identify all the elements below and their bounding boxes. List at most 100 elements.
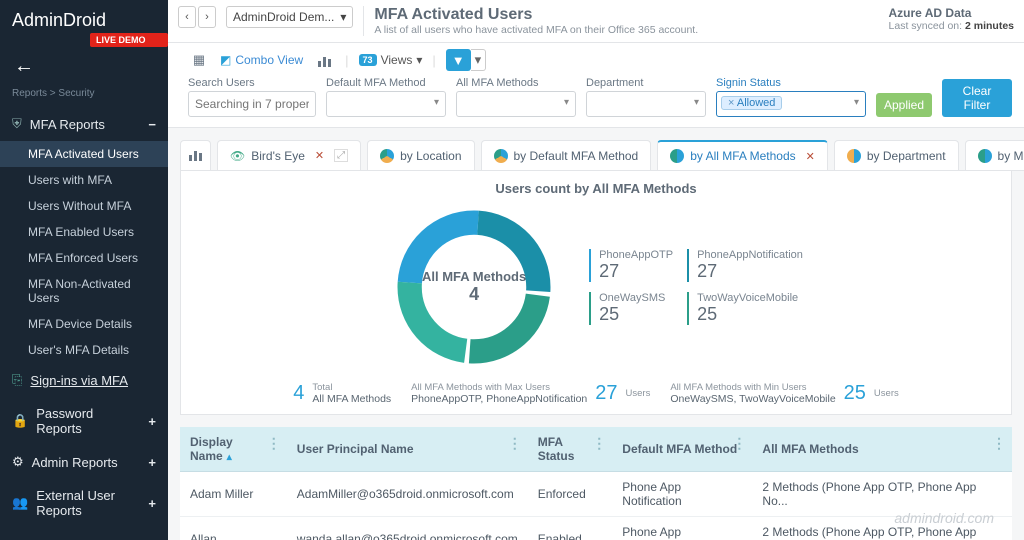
donut-icon: [847, 149, 861, 163]
sidebar-item-signins-mfa[interactable]: ⎘ Sign-ins via MFA: [0, 363, 168, 397]
collapse-icon: −: [148, 117, 156, 132]
table-cell: wanda.allan@o365droid.onmicrosoft.com: [287, 516, 528, 540]
table-cell: Allan: [180, 516, 287, 540]
close-icon[interactable]: ✕: [806, 150, 815, 163]
donut-icon: [494, 149, 508, 163]
applied-button[interactable]: Applied: [876, 93, 932, 117]
donut-center-value: 4: [469, 284, 479, 305]
legend-item: TwoWayVoiceMobile25: [687, 292, 803, 325]
chart-tab[interactable]: by Department: [834, 140, 959, 170]
column-menu-icon[interactable]: ⋮: [267, 435, 281, 452]
search-input[interactable]: [188, 91, 316, 117]
section-icon: 🔒: [12, 413, 28, 429]
sidebar-item[interactable]: Users Without MFA: [0, 193, 168, 219]
brand: AdminDroid: [0, 0, 168, 35]
chart-summary: 4 TotalAll MFA Methods All MFA Methods w…: [201, 382, 991, 406]
filter-label: Default MFA Method: [326, 77, 446, 89]
chart-tab[interactable]: by MFA Status: [965, 140, 1024, 170]
filter-dropdown[interactable]: ▾: [471, 49, 487, 71]
chart-tab[interactable]: by Default MFA Method: [481, 140, 652, 170]
sidebar-section[interactable]: 🔒Password Reports+: [0, 397, 168, 445]
search-label: Search Users: [188, 77, 316, 89]
column-header[interactable]: Default MFA Method⋮: [612, 427, 752, 472]
table-row[interactable]: Adam MillerAdamMiller@o365droid.onmicros…: [180, 471, 1012, 516]
signin-status-tag[interactable]: Allowed: [721, 96, 782, 110]
nav-forward-button[interactable]: ›: [198, 6, 216, 28]
sidebar-section-label: MFA Reports: [30, 117, 105, 132]
views-dropdown[interactable]: 73 Views ▾: [359, 53, 423, 67]
table-cell: Phone App Notification: [612, 516, 752, 540]
column-header[interactable]: Display Name▴⋮: [180, 427, 287, 472]
sidebar-item[interactable]: User's MFA Details: [0, 337, 168, 363]
expand-icon: +: [148, 414, 156, 429]
filter-select[interactable]: [586, 91, 706, 117]
topbar: ‹ › AdminDroid Dem... ▾ MFA Activated Us…: [168, 0, 1024, 43]
column-header[interactable]: All MFA Methods⋮: [752, 427, 1012, 472]
signin-status-select[interactable]: Allowed: [716, 91, 866, 117]
table-row[interactable]: Allanwanda.allan@o365droid.onmicrosoft.c…: [180, 516, 1012, 540]
expand-icon: +: [148, 455, 156, 470]
table-cell: Enforced: [528, 471, 613, 516]
filter-label: Department: [586, 77, 706, 89]
sidebar-item[interactable]: MFA Device Details: [0, 311, 168, 337]
section-icon: 👥: [12, 495, 28, 511]
table-view-icon[interactable]: ▦: [188, 49, 210, 71]
table-cell: 2 Methods (Phone App OTP, Phone App No..…: [752, 471, 1012, 516]
expand-icon[interactable]: ⤢: [334, 149, 348, 162]
donut-chart: All MFA Methods 4: [389, 202, 559, 372]
back-arrow-icon[interactable]: ←: [0, 47, 168, 88]
chart-tab[interactable]: by Location: [367, 140, 474, 170]
section-icon: ⚙: [12, 454, 24, 470]
summary-max-value: 27: [595, 382, 617, 405]
sidebar-item[interactable]: MFA Activated Users: [0, 141, 168, 167]
sidebar-item[interactable]: Users with MFA: [0, 167, 168, 193]
filter-select[interactable]: [456, 91, 576, 117]
nav-back-button[interactable]: ‹: [178, 6, 196, 28]
main: ‹ › AdminDroid Dem... ▾ MFA Activated Us…: [168, 0, 1024, 540]
views-count-badge: 73: [359, 54, 377, 66]
tenant-selector[interactable]: AdminDroid Dem... ▾: [226, 6, 353, 28]
summary-min-value: 25: [844, 382, 866, 405]
tab-bars-icon[interactable]: [180, 140, 211, 170]
chart-legend: PhoneAppOTP27PhoneAppNotification27OneWa…: [589, 249, 803, 325]
column-header[interactable]: User Principal Name⋮: [287, 427, 528, 472]
combo-label: Combo View: [235, 53, 303, 67]
toolbar: ▦ ◩ Combo View | 73 Views ▾ | ▼: [168, 43, 1024, 128]
brand-name: AdminDroid: [12, 10, 106, 30]
filter-select[interactable]: [326, 91, 446, 117]
chevron-down-icon: ▾: [416, 53, 422, 67]
chart-icon: ◩: [220, 53, 231, 67]
sidebar-link-label: Sign-ins via MFA: [30, 373, 128, 388]
shield-icon: ⛨: [12, 116, 22, 132]
column-menu-icon[interactable]: ⋮: [508, 435, 522, 452]
filter-label: All MFA Methods: [456, 77, 576, 89]
sidebar-section[interactable]: 👥External User Reports+: [0, 479, 168, 527]
sidebar-item[interactable]: MFA Non-Activated Users: [0, 271, 168, 311]
eye-icon: 👁: [230, 149, 245, 163]
chart-tab[interactable]: 👁Bird's Eye✕⤢: [217, 140, 361, 170]
donut-center-label: All MFA Methods: [422, 269, 526, 284]
filter-button[interactable]: ▼: [446, 49, 471, 71]
chart-tab[interactable]: by All MFA Methods✕: [657, 140, 828, 170]
column-header[interactable]: MFA Status⋮: [528, 427, 613, 472]
sync-prefix: Last synced on:: [889, 20, 965, 32]
close-icon[interactable]: ✕: [315, 149, 324, 162]
sidebar-item[interactable]: MFA Enabled Users: [0, 219, 168, 245]
column-menu-icon[interactable]: ⋮: [992, 435, 1006, 452]
combo-view-button[interactable]: ◩ Combo View: [220, 53, 303, 67]
views-label: Views: [381, 53, 413, 67]
column-menu-icon[interactable]: ⋮: [592, 435, 606, 452]
pie-icon: [978, 149, 992, 163]
sidebar-section[interactable]: ⚙Admin Reports+: [0, 445, 168, 479]
sync-status: Azure AD Data Last synced on: 2 minutes: [889, 6, 1014, 32]
sidebar-section-mfa-reports[interactable]: ⛨ MFA Reports −: [0, 107, 168, 141]
clear-filter-button[interactable]: Clear Filter: [942, 79, 1012, 117]
column-menu-icon[interactable]: ⋮: [732, 435, 746, 452]
page-subtitle: A list of all users who have activated M…: [374, 24, 698, 36]
tenant-name: AdminDroid Dem...: [233, 10, 334, 24]
sidebar-item[interactable]: MFA Enforced Users: [0, 245, 168, 271]
bars-icon: [318, 53, 331, 67]
sidebar-items: MFA Activated UsersUsers with MFAUsers W…: [0, 141, 168, 363]
chart-only-icon[interactable]: [313, 49, 335, 71]
table: Display Name▴⋮User Principal Name⋮MFA St…: [168, 427, 1024, 540]
